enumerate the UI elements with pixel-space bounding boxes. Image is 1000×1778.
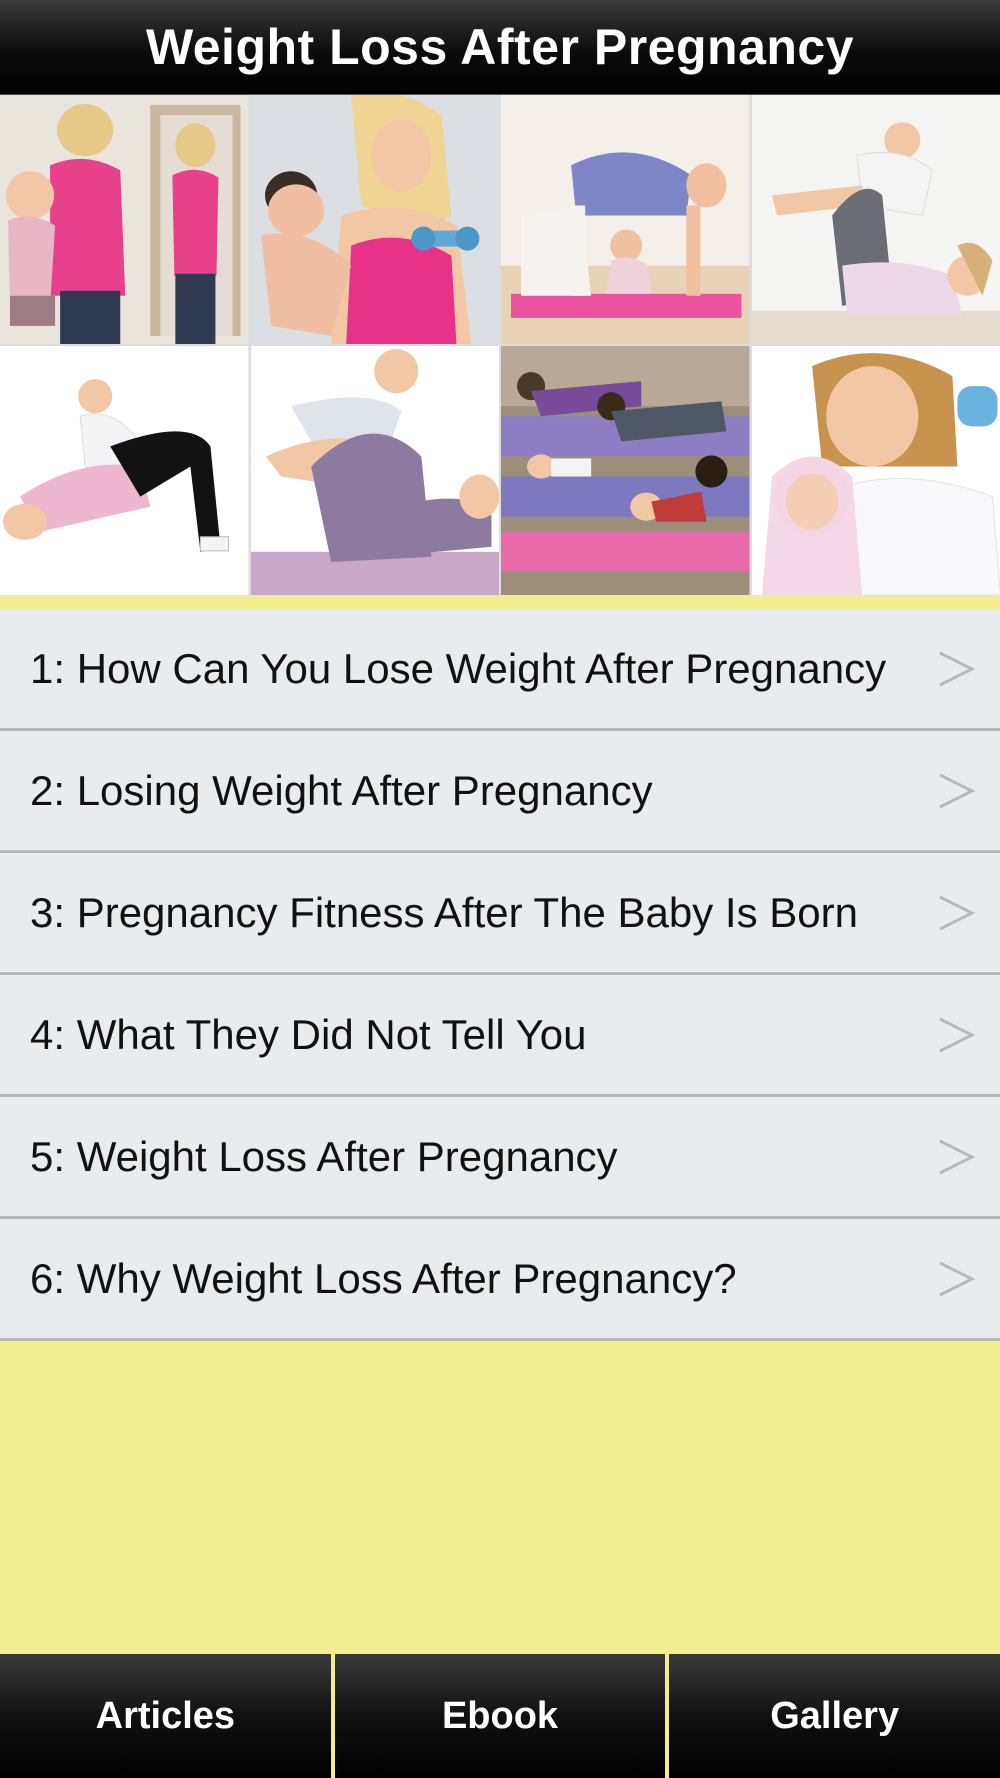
article-title: 2: Losing Weight After Pregnancy [30, 766, 653, 814]
article-row[interactable]: 6: Why Weight Loss After Pregnancy? [0, 1219, 1000, 1341]
photo-cat-pose-baby [501, 95, 750, 344]
tab-gallery[interactable]: Gallery [669, 1654, 1000, 1778]
article-title: 3: Pregnancy Fitness After The Baby Is B… [30, 888, 858, 936]
photo-mom-baby-dumbbell [250, 95, 499, 344]
chevron-right-icon [939, 1017, 976, 1052]
navigation-bar: Weight Loss After Pregnancy [0, 0, 1000, 95]
photo-class-pushups [501, 346, 750, 595]
tab-articles[interactable]: Articles [0, 1654, 331, 1778]
article-title: 6: Why Weight Loss After Pregnancy? [30, 1254, 737, 1302]
page-title: Weight Loss After Pregnancy [145, 19, 855, 75]
app-screen: Weight Loss After Pregnancy 1: How Can Y… [0, 0, 1000, 1778]
photo-mom-baby-smile [751, 346, 1000, 595]
photo-airplane-baby [250, 346, 499, 595]
article-row[interactable]: 4: What They Did Not Tell You [0, 975, 1000, 1097]
photo-leg-lift-baby [751, 95, 1000, 344]
chevron-right-icon [939, 651, 976, 686]
chevron-right-icon [939, 1261, 976, 1296]
bottom-tab-bar: Articles Ebook Gallery [0, 1652, 1000, 1778]
hero-divider [0, 595, 1000, 609]
chevron-right-icon [939, 773, 976, 808]
article-title: 5: Weight Loss After Pregnancy [30, 1132, 618, 1180]
article-row[interactable]: 2: Losing Weight After Pregnancy [0, 731, 1000, 853]
photo-mom-baby-mirror [0, 95, 249, 344]
article-row[interactable]: 1: How Can You Lose Weight After Pregnan… [0, 609, 1000, 731]
article-row[interactable]: 3: Pregnancy Fitness After The Baby Is B… [0, 853, 1000, 975]
article-row[interactable]: 5: Weight Loss After Pregnancy [0, 1097, 1000, 1219]
tab-ebook[interactable]: Ebook [334, 1654, 666, 1778]
chevron-right-icon [939, 895, 976, 930]
hero-photo-collage [0, 95, 1000, 595]
photo-bridge-pose-baby [0, 346, 249, 595]
chevron-right-icon [939, 1139, 976, 1174]
article-title: 4: What They Did Not Tell You [30, 1010, 587, 1058]
article-title: 1: How Can You Lose Weight After Pregnan… [30, 644, 887, 692]
article-list: 1: How Can You Lose Weight After Pregnan… [0, 609, 1000, 1341]
